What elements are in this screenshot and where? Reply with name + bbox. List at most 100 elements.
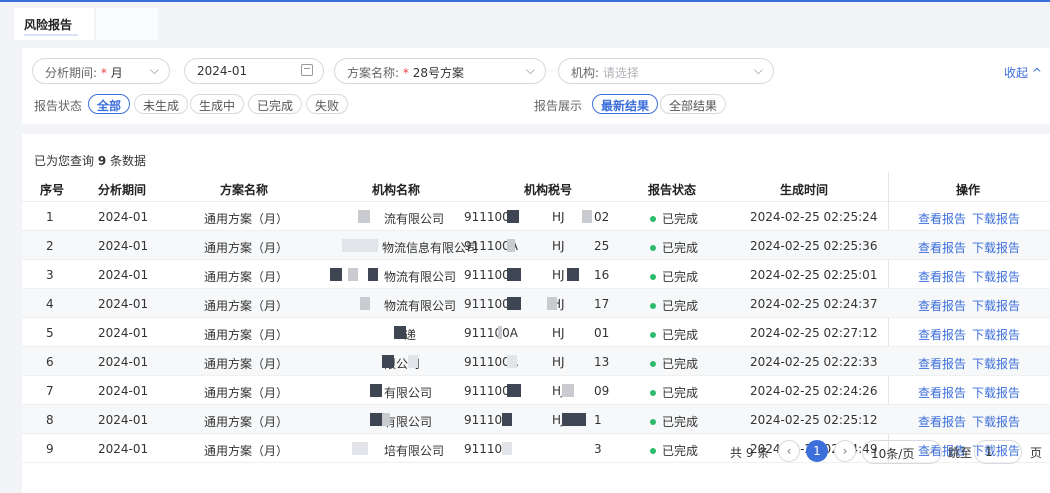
status-filter-completed[interactable]: 已完成 [248,94,303,114]
status-filter-generating[interactable]: 生成中 [190,94,245,114]
download-report-link[interactable]: 下载报告 [972,268,1020,285]
download-report-link[interactable]: 下载报告 [972,384,1020,401]
cell-no: 1 [46,210,54,224]
redaction-mask [394,326,406,339]
view-report-link[interactable]: 查看报告 [918,268,966,285]
required-mark: * [100,66,107,80]
cell-tax-prefix: 91110 [464,442,503,456]
redaction-mask [370,384,382,397]
redaction-mask [507,384,521,397]
jump-page-input[interactable]: 1 [974,440,1022,464]
view-report-link[interactable]: 查看报告 [918,326,966,343]
date-value: 2024-01 [197,64,248,78]
download-report-link[interactable]: 下载报告 [972,297,1020,314]
cell-org-name: 培有限公司 [384,444,445,458]
cell-org-name: 流有限公司 [384,212,445,226]
page-1-button[interactable]: 1 [806,440,828,462]
collapse-button[interactable]: 收起 ^ [1004,64,1042,81]
status-filter-failed[interactable]: 失败 [306,94,349,114]
cell-no: 3 [46,268,54,282]
status-text: 已完成 [662,241,699,255]
cell-plan: 通用方案（月） [204,328,289,342]
download-report-link[interactable]: 下载报告 [972,413,1020,430]
page-size-select[interactable]: 10条/页 ⌵ [862,440,942,464]
col-time: 生成时间 [780,183,829,197]
cell-tax-suffix: 17 [594,297,610,311]
redaction-mask [342,239,378,252]
status-dot-icon [650,361,656,367]
cell-tax-middle: HJ [552,326,565,340]
cell-no: 7 [46,384,54,398]
cell-plan: 通用方案（月） [204,241,289,255]
display-label: 报告展示 [534,99,583,113]
table-row: 7 2024-01 通用方案（月） 有限公司 911100A HJ 09 已完成 2024-02… [22,376,1050,405]
col-no: 序号 [40,183,65,197]
status-badge: 已完成 [650,268,698,285]
cell-tax-suffix: 25 [594,239,610,253]
cell-tax-suffix: 1 [594,413,602,427]
cell-period: 2024-01 [98,297,149,311]
redaction-mask [562,413,586,426]
date-picker[interactable]: 2024-01 [184,58,324,84]
table-row: 3 2024-01 通用方案（月） 物流有限公司 911100A HJ 16 已完成 2024-… [22,260,1050,289]
pagination-total: 共 9 条 [730,446,770,460]
cell-no: 5 [46,326,54,340]
status-text: 已完成 [662,444,699,458]
redaction-mask [507,355,517,368]
status-badge: 已完成 [650,355,698,372]
page-size-value: 10条/页 [871,447,915,461]
prev-page-button[interactable]: ‹ [778,440,800,462]
redaction-mask [408,355,418,368]
status-dot-icon [650,448,656,454]
cell-period: 2024-01 [98,210,149,224]
status-badge: 已完成 [650,413,698,430]
table-header: 序号 分析期间 方案名称 机构名称 机构税号 报告状态 生成时间 操作 [22,172,1050,202]
col-tax: 机构税号 [524,183,573,197]
status-badge: 已完成 [650,442,698,459]
status-dot-icon [650,419,656,425]
status-dot-icon [650,245,656,251]
display-latest[interactable]: 最新结果 [592,94,659,114]
status-text: 已完成 [662,212,699,226]
result-summary: 已为您查询 9 条数据 [34,152,146,169]
download-report-link[interactable]: 下载报告 [972,355,1020,372]
tab-risk-report[interactable]: 风险报告 [14,8,94,40]
cell-tax-suffix: 01 [594,326,610,340]
plan-select[interactable]: 方案名称: * 28号方案 ⌵ [334,58,546,84]
cell-generated-time: 2024-02-25 02:24:37 [750,297,878,311]
plan-label: 方案名称: [347,66,400,80]
next-page-button[interactable]: › [834,440,856,462]
cell-tax-suffix: 09 [594,384,610,398]
status-filter-all[interactable]: 全部 [88,94,131,114]
status-filter-not-generated[interactable]: 未生成 [134,94,189,114]
period-value: 月 [110,66,123,80]
cell-generated-time: 2024-02-25 02:25:24 [750,210,878,224]
cell-period: 2024-01 [98,442,149,456]
view-report-link[interactable]: 查看报告 [918,355,966,372]
status-text: 已完成 [662,328,699,342]
download-report-link[interactable]: 下载报告 [972,210,1020,227]
redaction-mask [382,355,394,368]
status-badge: 已完成 [650,239,698,256]
download-report-link[interactable]: 下载报告 [972,239,1020,256]
cell-org-name: 有限公司 [384,386,433,400]
view-report-link[interactable]: 查看报告 [918,413,966,430]
view-report-link[interactable]: 查看报告 [918,297,966,314]
cell-tax-middle: HJ [552,355,565,369]
org-select[interactable]: 机构: 请选择 ⌵ [558,58,774,84]
redaction-mask [498,326,502,339]
view-report-link[interactable]: 查看报告 [918,210,966,227]
redaction-mask [348,268,358,281]
org-label: 机构: [571,66,600,80]
period-label: 分析期间: [45,66,98,80]
download-report-link[interactable]: 下载报告 [972,326,1020,343]
period-select[interactable]: 分析期间: * 月 ⌵ [32,58,170,84]
cell-no: 8 [46,413,54,427]
display-all[interactable]: 全部结果 [660,94,727,114]
status-badge: 已完成 [650,384,698,401]
redaction-mask [507,297,521,310]
view-report-link[interactable]: 查看报告 [918,384,966,401]
view-report-link[interactable]: 查看报告 [918,239,966,256]
cell-plan: 通用方案（月） [204,270,289,284]
tab-bar: 风险报告 [0,2,1050,40]
